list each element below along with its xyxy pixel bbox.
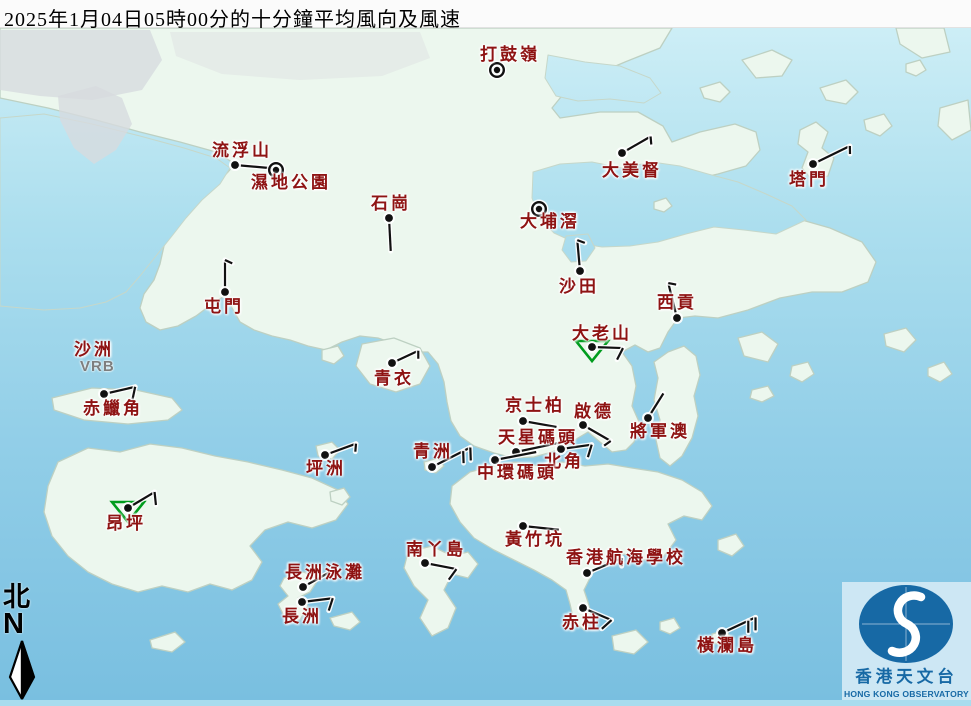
hko-logo-name-en: HONG KONG OBSERVATORY bbox=[844, 689, 969, 699]
hko-logo-icon bbox=[842, 582, 971, 668]
station-label: 大老山 bbox=[572, 325, 632, 342]
station-label: 長洲泳灘 bbox=[285, 564, 365, 581]
north-compass: 北 N bbox=[3, 584, 47, 706]
station-label: 打鼓嶺 bbox=[480, 46, 540, 63]
station-label: 中環碼頭 bbox=[477, 464, 557, 481]
station-label: 流浮山 bbox=[212, 142, 272, 159]
station-label: 赤鱲角 bbox=[83, 400, 143, 417]
map-title: 2025年1月04日05時00分的十分鐘平均風向及風速 bbox=[0, 0, 971, 28]
station-label: 橫瀾島 bbox=[697, 637, 757, 654]
station-label: 黃竹坑 bbox=[505, 531, 565, 548]
station-label: 沙田 bbox=[559, 278, 599, 295]
station-label: 大美督 bbox=[602, 162, 662, 179]
station-label: 沙洲 bbox=[74, 341, 114, 358]
station-label: 青洲 bbox=[413, 443, 453, 460]
station-label: 青衣 bbox=[374, 370, 414, 387]
urban-patch bbox=[0, 30, 162, 100]
station-label: 長洲 bbox=[282, 608, 322, 625]
station-label: 屯門 bbox=[204, 298, 244, 315]
compass-north-zh: 北 bbox=[3, 584, 47, 611]
wind-map-page: { "title": "2025年1月04日05時00分的十分鐘平均風向及風速"… bbox=[0, 0, 971, 700]
station-label: 昂坪 bbox=[106, 515, 146, 532]
hko-logo-name-zh: 香港天文台 bbox=[855, 669, 958, 686]
station-label: 濕地公園 bbox=[251, 174, 331, 191]
station-label: 坪洲 bbox=[306, 460, 346, 477]
north-arrow-icon bbox=[3, 639, 43, 701]
map-svg bbox=[0, 0, 971, 700]
station-label: 西貢 bbox=[657, 294, 697, 311]
station-label: 大埔滘 bbox=[520, 213, 580, 230]
variable-wind-label: VRB bbox=[80, 359, 115, 374]
station-label: 赤柱 bbox=[562, 614, 602, 631]
station-label: 啟德 bbox=[574, 403, 614, 420]
station-label: 南丫島 bbox=[406, 541, 466, 558]
station-label: 京士柏 bbox=[505, 397, 565, 414]
station-label: 天星碼頭 bbox=[498, 429, 578, 446]
station-label: 香港航海學校 bbox=[566, 549, 686, 566]
compass-north-letter: N bbox=[3, 611, 47, 639]
station-label: 將軍澳 bbox=[630, 423, 690, 440]
station-label: 石崗 bbox=[371, 195, 411, 212]
hko-logo: 香港天文台 HONG KONG OBSERVATORY bbox=[842, 582, 971, 700]
station-label: 塔門 bbox=[789, 171, 829, 188]
